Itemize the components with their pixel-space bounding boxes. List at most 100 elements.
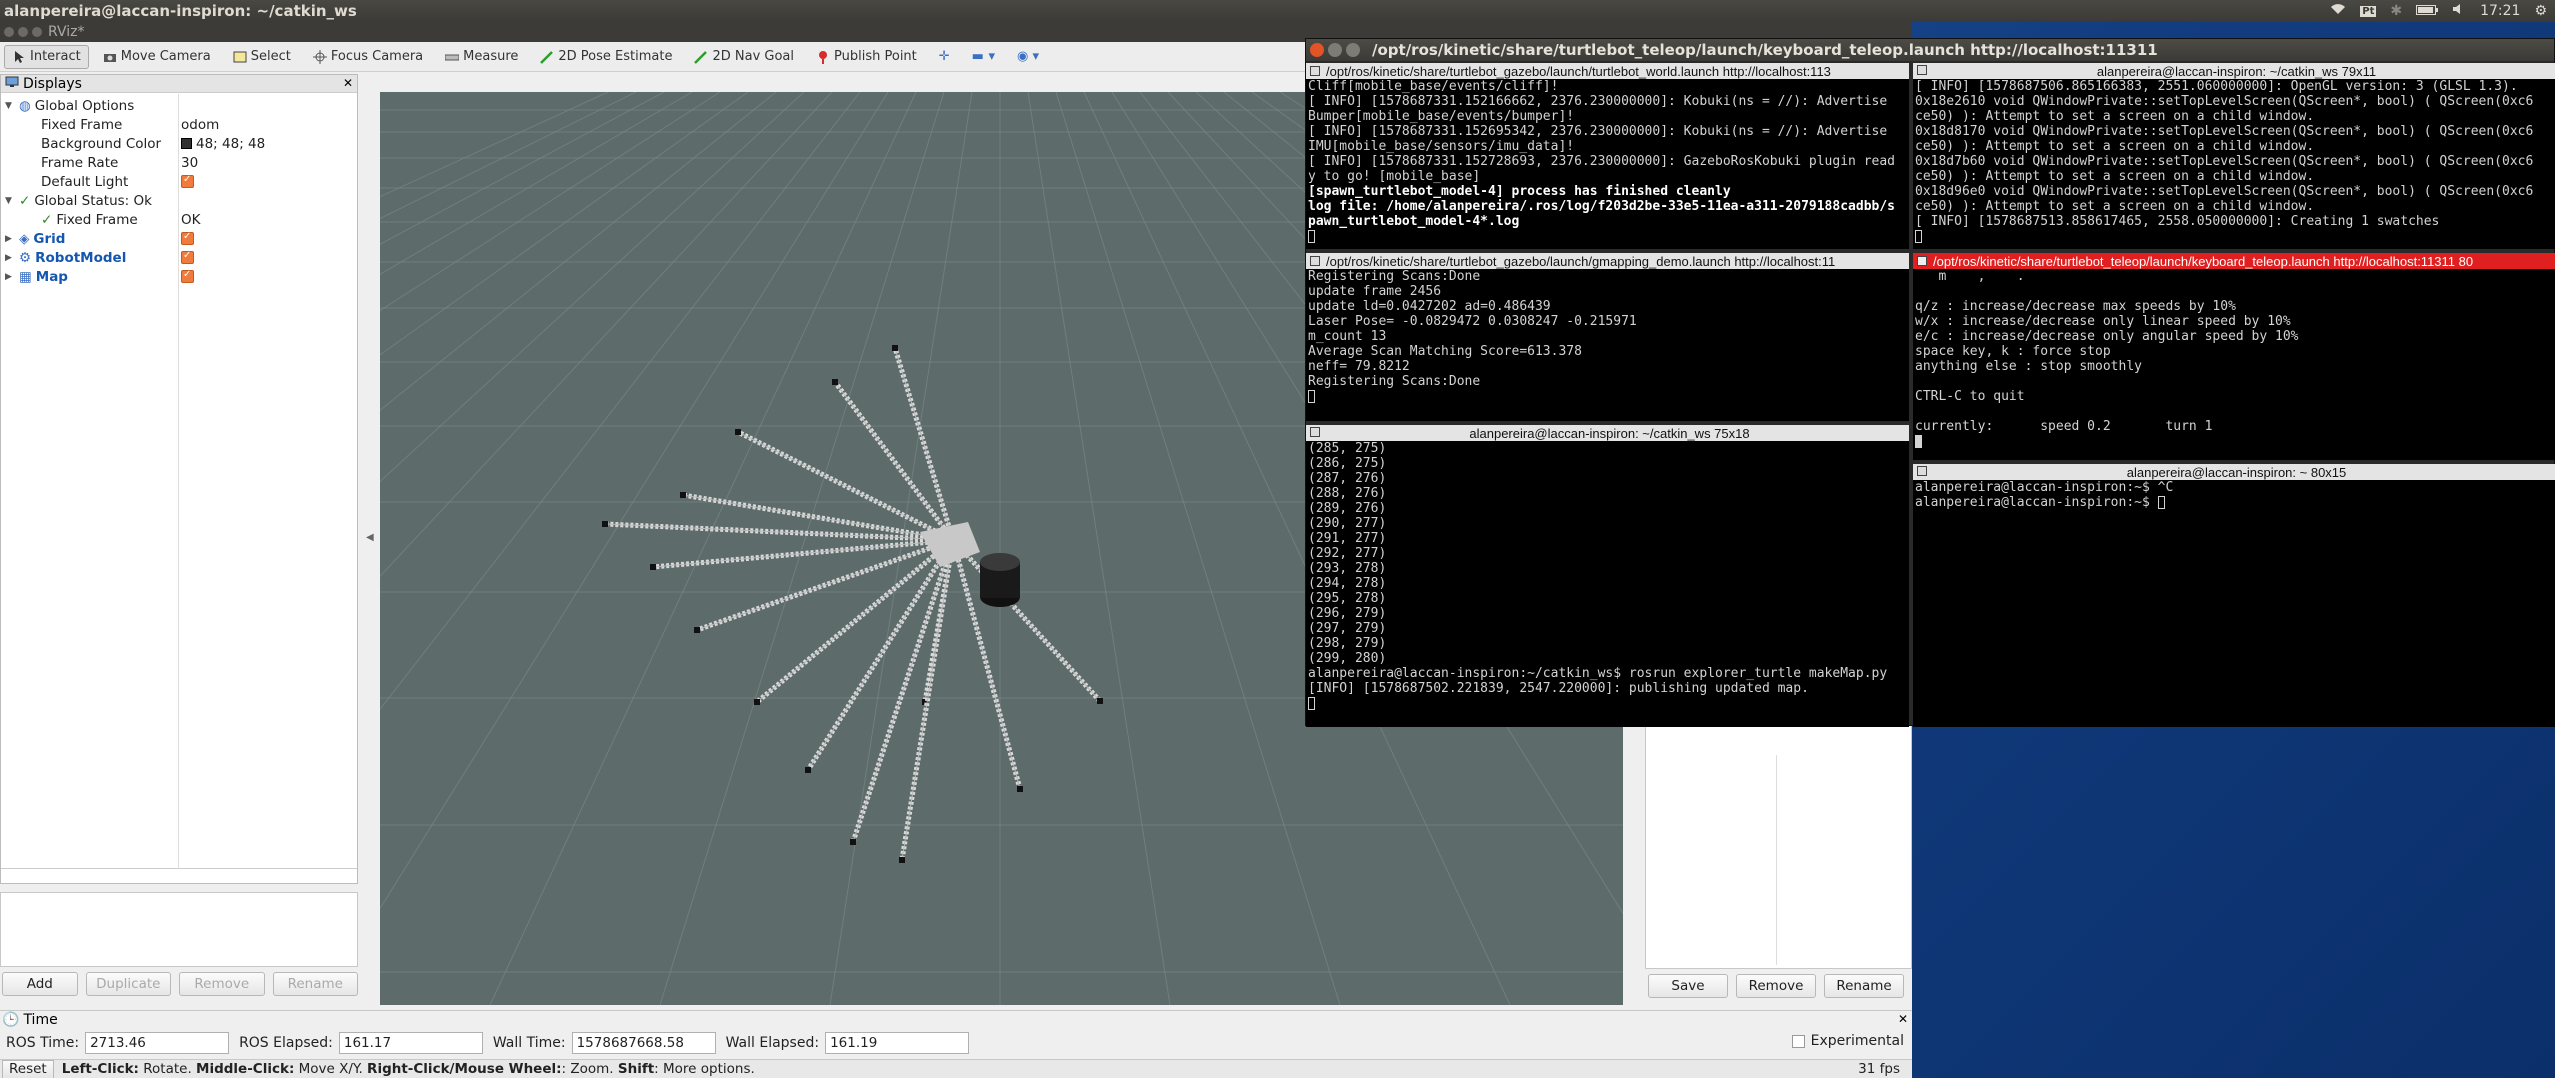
- grid-menu-icon[interactable]: [1310, 66, 1320, 76]
- collapse-left-icon[interactable]: ◀: [366, 532, 374, 543]
- close-icon[interactable]: [4, 27, 14, 37]
- tree-row-global-status[interactable]: ▼ ✓ Global Status: Ok: [1, 191, 357, 210]
- battery-icon[interactable]: [2416, 3, 2439, 19]
- tool-2d-pose-estimate[interactable]: 2D Pose Estimate: [532, 45, 680, 69]
- tool-2d-nav-goal[interactable]: 2D Nav Goal: [686, 45, 802, 69]
- tool-publish-point[interactable]: Publish Point: [808, 45, 925, 69]
- terminal-pane-turtlebot-world[interactable]: /opt/ros/kinetic/share/turtlebot_gazebo/…: [1306, 63, 1909, 249]
- terminal-pane-keyboard-teleop[interactable]: /opt/ros/kinetic/share/turtlebot_teleop/…: [1913, 253, 2555, 460]
- window-controls[interactable]: [1310, 43, 1360, 57]
- terminal-line-bold: pawn_turtlebot_model-4*.log: [1308, 214, 1520, 229]
- collapse-arrow-icon[interactable]: ▶: [5, 253, 15, 263]
- tool-measure[interactable]: Measure: [437, 45, 526, 69]
- robot-model-label: RobotModel: [35, 249, 127, 266]
- tree-row-robot-model[interactable]: ▶ ⚙ RobotModel: [1, 248, 357, 267]
- add-tool-button[interactable]: ✛: [931, 45, 958, 69]
- add-button[interactable]: Add: [2, 972, 78, 996]
- pane-header: alanpereira@laccan-inspiron: ~/catkin_ws…: [1306, 425, 1909, 441]
- grid-menu-icon[interactable]: [1310, 427, 1320, 437]
- wall-elapsed-field[interactable]: 161.19: [825, 1032, 970, 1054]
- tree-row-default-light[interactable]: Default Light: [1, 172, 357, 191]
- close-panel-icon[interactable]: ✕: [1898, 1012, 1908, 1026]
- terminal-pane-catkin-79x11[interactable]: alanpereira@laccan-inspiron: ~/catkin_ws…: [1913, 63, 2555, 249]
- default-light-label: Default Light: [41, 173, 129, 190]
- rename-button[interactable]: Rename: [272, 972, 358, 996]
- tree-row-map[interactable]: ▶ ▦ Map: [1, 267, 357, 286]
- tool-move-camera[interactable]: Move Camera: [95, 45, 219, 69]
- wall-time-field[interactable]: 1578687668.58: [571, 1032, 716, 1054]
- tool-interact[interactable]: Interact: [4, 44, 89, 69]
- clock[interactable]: 17:21: [2480, 3, 2520, 19]
- bluetooth-icon[interactable]: ✱: [2390, 3, 2402, 19]
- grid-checkbox[interactable]: [181, 231, 194, 245]
- maximize-icon[interactable]: [1346, 43, 1360, 57]
- terminal-line-bold: [spawn_turtlebot_model-4] process has fi…: [1308, 184, 1731, 199]
- frame-rate-value[interactable]: 30: [181, 155, 198, 171]
- tool-select[interactable]: Select: [225, 45, 299, 69]
- background-color-label: Background Color: [41, 135, 162, 152]
- grid-menu-icon[interactable]: [1917, 256, 1927, 266]
- fixed-frame-value[interactable]: odom: [181, 117, 219, 133]
- minimize-icon[interactable]: [1328, 43, 1342, 57]
- tree-row-background-color[interactable]: Background Color 48; 48; 48: [1, 134, 357, 153]
- ros-elapsed-field[interactable]: 161.17: [338, 1032, 483, 1054]
- background-color-value[interactable]: 48; 48; 48: [196, 136, 265, 152]
- tree-row-frame-rate[interactable]: Frame Rate 30: [1, 153, 357, 172]
- status-hint: Left-Click: Rotate. Middle-Click: Move X…: [61, 1061, 755, 1077]
- minimize-icon[interactable]: [18, 27, 28, 37]
- tool-2d-pose-estimate-label: 2D Pose Estimate: [558, 49, 673, 64]
- grid-menu-icon[interactable]: [1917, 65, 1927, 75]
- remove-tool-button[interactable]: ▬ ▾: [964, 45, 1003, 69]
- tree-row-grid[interactable]: ▶ ◈ Grid: [1, 229, 357, 248]
- tree-row-global-options[interactable]: ▼ ◍ Global Options: [1, 96, 357, 115]
- collapse-arrow-icon[interactable]: ▶: [5, 272, 15, 282]
- map-obstacle-cell: [680, 492, 686, 498]
- view-options-button[interactable]: ◉ ▾: [1009, 45, 1047, 69]
- collapse-arrow-icon[interactable]: ▶: [5, 234, 15, 244]
- displays-tree: ▼ ◍ Global Options Fixed Frame odom Backgr…: [1, 94, 357, 869]
- duplicate-button[interactable]: Duplicate: [85, 972, 172, 996]
- terminal-pane-catkin-75x18[interactable]: alanpereira@laccan-inspiron: ~/catkin_ws…: [1306, 425, 1909, 727]
- expand-arrow-icon[interactable]: ▼: [5, 196, 15, 206]
- expand-arrow-icon[interactable]: ▼: [5, 101, 15, 111]
- terminal-line: alanpereira@laccan-inspiron:~$: [1915, 495, 2554, 510]
- remove-button[interactable]: Remove: [179, 972, 265, 996]
- wifi-icon[interactable]: [2330, 3, 2346, 19]
- settings-gear-icon[interactable]: ⚙: [2534, 3, 2547, 19]
- terminal-line: (291, 277): [1308, 531, 1387, 546]
- terminal-pane-home-80x15[interactable]: alanpereira@laccan-inspiron: ~ 80x15 ala…: [1913, 464, 2555, 727]
- map-obstacle-cell: [754, 699, 760, 705]
- window-controls[interactable]: [4, 27, 42, 37]
- experimental-toggle[interactable]: Experimental: [1791, 1033, 1904, 1049]
- grid-menu-icon[interactable]: [1917, 466, 1927, 476]
- terminal-pane-gmapping[interactable]: /opt/ros/kinetic/share/turtlebot_gazebo/…: [1306, 253, 1909, 421]
- views-rename-button[interactable]: Rename: [1824, 974, 1904, 998]
- tool-focus-camera[interactable]: Focus Camera: [305, 45, 431, 69]
- default-light-checkbox[interactable]: [181, 174, 194, 188]
- map-checkbox[interactable]: [181, 269, 194, 283]
- close-panel-icon[interactable]: ✕: [343, 76, 353, 90]
- experimental-checkbox[interactable]: [1791, 1034, 1805, 1048]
- maximize-icon[interactable]: [32, 27, 42, 37]
- views-save-button[interactable]: Save: [1648, 974, 1728, 998]
- grid-menu-icon[interactable]: [1310, 256, 1320, 266]
- ros-time-field[interactable]: 2713.46: [85, 1032, 230, 1054]
- views-remove-button[interactable]: Remove: [1736, 974, 1816, 998]
- reset-button[interactable]: Reset: [2, 1059, 54, 1078]
- map-obstacle-cell: [694, 627, 700, 633]
- terminal-title: /opt/ros/kinetic/share/turtlebot_teleop/…: [1372, 41, 2158, 59]
- wall-time-label: Wall Time:: [492, 1035, 566, 1051]
- terminal-line: Average Scan Matching Score=613.378: [1308, 344, 1582, 359]
- keyboard-layout-icon[interactable]: Pt: [2360, 5, 2377, 17]
- tool-2d-nav-goal-label: 2D Nav Goal: [712, 49, 795, 64]
- map-obstacle-cell: [892, 345, 898, 351]
- volume-icon[interactable]: [2452, 3, 2466, 19]
- tree-row-fixed-frame-status[interactable]: ✓ Fixed Frame OK: [1, 210, 357, 229]
- terminal-line: y to go! [mobile_base]: [1308, 169, 1481, 184]
- color-swatch[interactable]: [181, 138, 192, 149]
- tree-row-fixed-frame[interactable]: Fixed Frame odom: [1, 115, 357, 134]
- close-icon[interactable]: [1310, 43, 1324, 57]
- terminal-line: (296, 279): [1308, 606, 1387, 621]
- map-obstacle-cell: [899, 857, 905, 863]
- robot-model-checkbox[interactable]: [181, 250, 194, 264]
